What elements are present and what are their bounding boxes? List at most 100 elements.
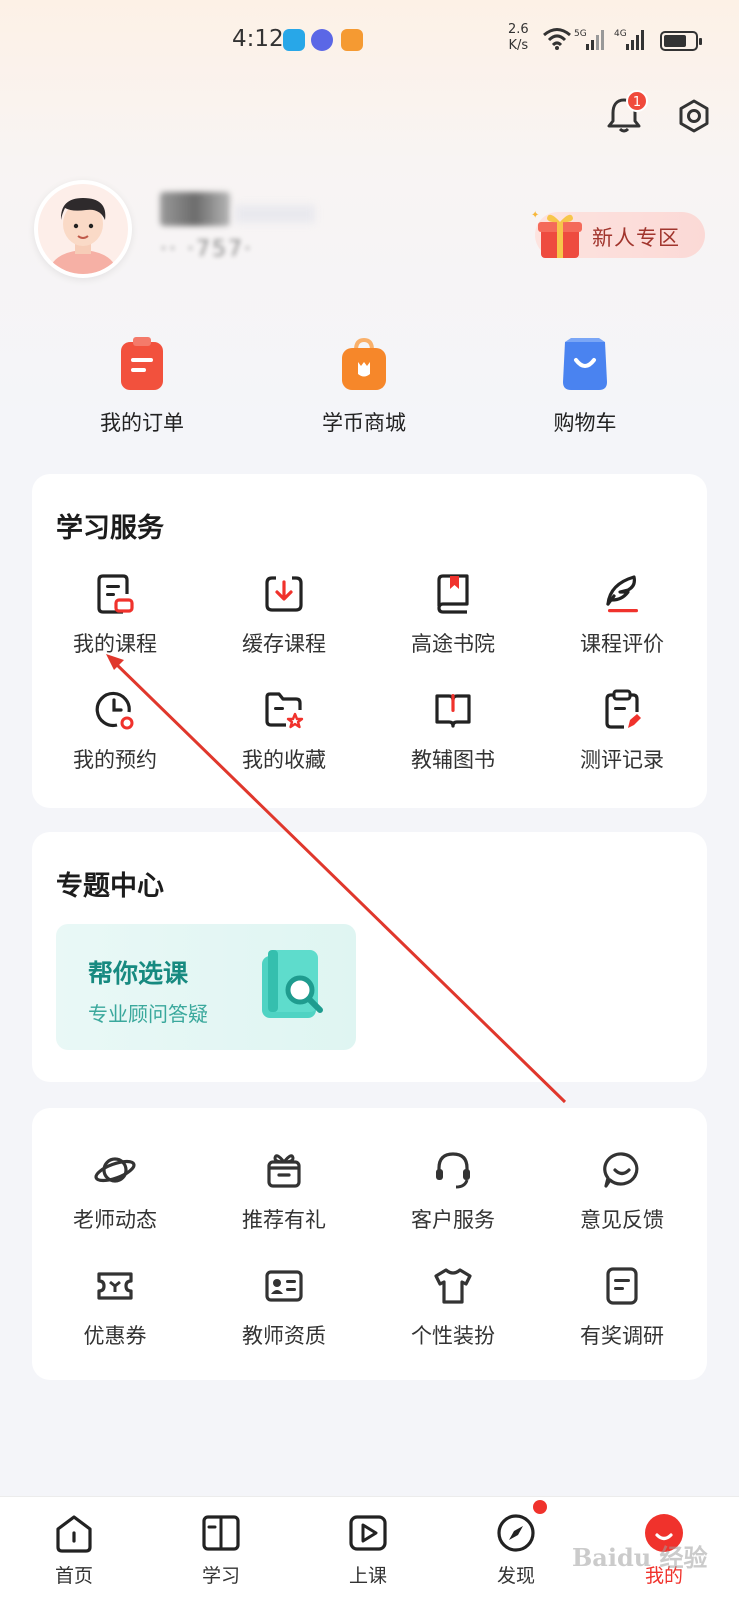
music-app-icon (311, 29, 333, 51)
topic-center-card: 专题中心 帮你选课 专业顾问答疑 (32, 832, 707, 1082)
teacher-news-button[interactable]: 老师动态 (40, 1148, 190, 1234)
feedback-button[interactable]: 意见反馈 (547, 1148, 697, 1234)
course-review-button[interactable]: 课程评价 (547, 572, 697, 658)
nav-class[interactable]: 上课 (318, 1511, 418, 1588)
headset-icon (436, 1152, 470, 1189)
my-favorites-button[interactable]: 我的收藏 (209, 688, 359, 774)
compass-icon (497, 1514, 535, 1552)
more-services-card: 老师动态 推荐有礼 客户服务 意见反馈 优惠券 教师资质 个性装扮 有奖调研 (32, 1108, 707, 1380)
video-app-icon (341, 29, 363, 51)
course-review-label: 课程评价 (580, 632, 664, 656)
coin-mall-button[interactable]: 学币商城 (289, 334, 439, 437)
cached-courses-button[interactable]: 缓存课程 (209, 572, 359, 658)
newbie-zone-label: 新人专区 (592, 226, 680, 250)
assessment-records-button[interactable]: 测评记录 (547, 688, 697, 774)
chat-smile-icon (603, 1152, 639, 1188)
newbie-zone-button[interactable]: ✦ 新人专区 (531, 210, 705, 258)
feedback-label: 意见反馈 (580, 1208, 664, 1232)
book-icon (202, 1515, 240, 1551)
tutoring-books-button[interactable]: 教辅图书 (378, 688, 528, 774)
home-icon (56, 1515, 92, 1553)
network-speed: 2.6 K/s (508, 22, 529, 53)
nav-study-label: 学习 (201, 1565, 240, 1587)
nav-home-label: 首页 (54, 1565, 93, 1587)
course-selection-promo[interactable]: 帮你选课 专业顾问答疑 (56, 924, 356, 1050)
user-id-masked: ·· ·757· (160, 237, 253, 262)
survey-icon (606, 1267, 638, 1305)
notification-badge: 1 (626, 90, 648, 112)
svg-text:✦: ✦ (531, 210, 539, 221)
planet-icon (94, 1157, 136, 1183)
gaotu-academy-button[interactable]: 高途书院 (378, 572, 528, 658)
cached-courses-label: 缓存课程 (242, 632, 326, 656)
user-name-masked (160, 192, 230, 226)
assessment-records-label: 测评记录 (580, 748, 664, 772)
settings-gear-icon[interactable] (676, 98, 712, 134)
svg-text:5G: 5G (574, 29, 587, 39)
gift-icon: ✦ (531, 210, 582, 258)
book-bookmark-icon (437, 574, 469, 614)
learning-services-card: 学习服务 我的课程 缓存课程 高途书院 课程评价 我的预约 我的收藏 教辅图书 … (32, 474, 707, 808)
clipboard-icon (121, 337, 163, 390)
personal-dressup-label: 个性装扮 (411, 1324, 495, 1348)
my-orders-label: 我的订单 (100, 411, 184, 435)
app-notification-icon-1 (283, 29, 305, 51)
status-time: 4:12 (232, 26, 284, 52)
download-icon (265, 576, 303, 612)
nav-discover-label: 发现 (496, 1565, 535, 1587)
tshirt-icon (434, 1268, 472, 1304)
clipboard-edit-icon (605, 689, 641, 729)
play-icon (349, 1515, 387, 1551)
id-card-icon (265, 1270, 303, 1302)
my-appointments-button[interactable]: 我的预约 (40, 688, 190, 774)
referral-reward-label: 推荐有礼 (242, 1208, 326, 1232)
cart-icon (563, 338, 607, 390)
teacher-news-label: 老师动态 (73, 1208, 157, 1232)
feather-pen-icon (606, 575, 638, 613)
user-name-masked-tail (235, 205, 315, 223)
open-book-icon (435, 694, 471, 728)
gaotu-academy-label: 高途书院 (411, 632, 495, 656)
course-doc-icon (97, 574, 134, 614)
nav-class-label: 上课 (348, 1565, 387, 1587)
coupons-label: 优惠券 (83, 1324, 147, 1348)
nav-study[interactable]: 学习 (171, 1511, 271, 1588)
wifi-icon (543, 28, 571, 50)
ticket-icon (97, 1272, 133, 1300)
cart-button[interactable]: 购物车 (510, 334, 660, 437)
promo-subtitle: 专业顾问答疑 (88, 1002, 208, 1026)
discover-new-dot (533, 1500, 547, 1514)
reward-survey-button[interactable]: 有奖调研 (547, 1264, 697, 1350)
referral-reward-button[interactable]: 推荐有礼 (209, 1148, 359, 1234)
nav-home[interactable]: 首页 (24, 1511, 124, 1588)
shopping-bag-icon (342, 337, 386, 390)
teacher-credentials-label: 教师资质 (242, 1324, 326, 1348)
coin-mall-label: 学币商城 (322, 411, 406, 435)
cart-label: 购物车 (553, 411, 617, 435)
my-favorites-label: 我的收藏 (242, 748, 326, 772)
watermark: Baidu 经验 (572, 1543, 708, 1572)
signal-5g-icon: 5G (574, 29, 604, 50)
svg-text:4G: 4G (614, 29, 627, 39)
reward-survey-label: 有奖调研 (580, 1324, 664, 1348)
coupons-button[interactable]: 优惠券 (40, 1264, 190, 1350)
personal-dressup-button[interactable]: 个性装扮 (378, 1264, 528, 1350)
my-appointments-label: 我的预约 (73, 748, 157, 772)
battery-icon (660, 31, 702, 51)
teacher-credentials-button[interactable]: 教师资质 (209, 1264, 359, 1350)
tutoring-books-label: 教辅图书 (411, 748, 495, 772)
avatar-illustration (48, 198, 118, 274)
my-courses-button[interactable]: 我的课程 (40, 572, 190, 658)
signal-4g-icon: 4G (614, 29, 644, 50)
topic-center-title: 专题中心 (56, 871, 164, 902)
my-orders-button[interactable]: 我的订单 (67, 334, 217, 437)
learning-services-title: 学习服务 (56, 513, 164, 544)
nav-discover[interactable]: 发现 (466, 1511, 566, 1588)
book-search-icon (262, 950, 323, 1018)
avatar[interactable] (34, 180, 132, 278)
customer-service-button[interactable]: 客户服务 (378, 1148, 528, 1234)
my-courses-label: 我的课程 (73, 632, 157, 656)
status-bar: 4:12 2.6 K/s 5G 4G (0, 0, 739, 80)
customer-service-label: 客户服务 (411, 1208, 495, 1232)
promo-title: 帮你选课 (88, 959, 189, 988)
